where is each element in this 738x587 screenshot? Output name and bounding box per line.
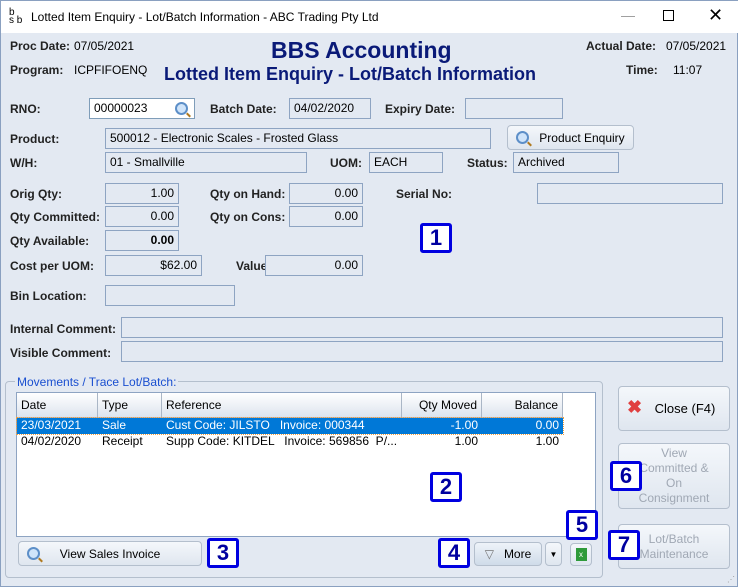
screen-title: Lotted Item Enquiry - Lot/Batch Informat… [164, 64, 536, 84]
program-label: Program: [10, 63, 64, 77]
cell-type: Sale [102, 418, 127, 432]
cell-reference: Cust Code: JILSTO Invoice: 000344 [166, 418, 365, 432]
cell-date: 04/02/2020 [21, 434, 82, 448]
proc-date: 07/05/2021 [74, 39, 135, 53]
time: 11:07 [673, 63, 703, 77]
status-field: Archived [513, 152, 619, 173]
close-label: Close (F4) [654, 401, 716, 416]
column-header-reference[interactable]: Reference [162, 393, 402, 418]
movements-grid[interactable]: Date Type Reference Qty Moved Balance 23… [16, 392, 596, 537]
column-header-date[interactable]: Date [17, 393, 98, 418]
batch-date-field: 04/02/2020 [289, 98, 371, 119]
status-label: Status: [467, 156, 508, 170]
close-window-button[interactable]: ✕ [708, 5, 723, 26]
excel-icon: x [575, 548, 587, 561]
more-dropdown-button[interactable]: ▼ [545, 542, 562, 566]
product-enquiry-button[interactable]: Product Enquiry [507, 125, 634, 150]
proc-date-label: Proc Date: [10, 39, 71, 53]
bin-location-field [105, 285, 235, 306]
export-excel-button[interactable]: x [570, 543, 592, 566]
serial-no-label: Serial No: [396, 187, 453, 201]
qty-committed-field: 0.00 [105, 206, 179, 227]
view-sales-invoice-label: View Sales Invoice [59, 546, 161, 561]
actual-date: 07/05/2021 [666, 39, 727, 53]
window-title: Lotted Item Enquiry - Lot/Batch Informat… [31, 10, 379, 24]
magnifier-icon [516, 131, 530, 144]
close-button[interactable]: ✖ Close (F4) [618, 386, 730, 431]
serial-no-field [537, 183, 723, 204]
resize-grip-icon[interactable]: ⋰ [727, 575, 735, 584]
column-header-type[interactable]: Type [98, 393, 162, 418]
cell-type: Receipt [102, 434, 143, 448]
callout-badge-3: 3 [207, 538, 239, 568]
column-header-qty-moved[interactable]: Qty Moved [402, 393, 482, 418]
app-title: BBS Accounting [271, 37, 452, 63]
uom-label: UOM: [330, 156, 362, 170]
cell-balance: 1.00 [535, 434, 559, 448]
orig-qty-label: Orig Qty: [10, 187, 63, 201]
callout-badge-5: 5 [566, 510, 598, 540]
rno-value: 00000023 [94, 101, 148, 115]
qty-committed-label: Qty Committed: [10, 210, 100, 224]
cost-per-uom-label: Cost per UOM: [10, 259, 94, 273]
column-header-balance[interactable]: Balance [482, 393, 563, 418]
callout-badge-4: 4 [438, 538, 470, 568]
rno-label: RNO: [10, 102, 41, 116]
view-sales-invoice-button[interactable]: View Sales Invoice [18, 541, 202, 566]
visible-comment-field [121, 341, 723, 362]
qty-available-field: 0.00 [105, 230, 179, 251]
uom-field: EACH [369, 152, 443, 173]
batch-date-label: Batch Date: [210, 102, 277, 116]
more-label: More [503, 547, 532, 561]
qty-on-cons-label: Qty on Cons: [210, 210, 286, 224]
caret-down-icon: ▼ [549, 549, 558, 559]
actual-date-label: Actual Date: [586, 39, 657, 53]
wh-label: W/H: [10, 156, 38, 170]
bin-location-label: Bin Location: [10, 289, 87, 303]
qty-on-cons-field: 0.00 [289, 206, 363, 227]
search-icon[interactable] [175, 102, 188, 115]
triangle-down-icon: ▽ [484, 547, 494, 561]
product-field: 500012 - Electronic Scales - Frosted Gla… [105, 128, 491, 149]
cost-per-uom-field: $62.00 [105, 255, 202, 276]
movements-group-label: Movements / Trace Lot/Batch: [15, 375, 179, 389]
expiry-date-field [465, 98, 563, 119]
table-row[interactable]: 23/03/2021 Sale Cust Code: JILSTO Invoic… [16, 417, 564, 435]
internal-comment-field [121, 317, 723, 338]
more-button[interactable]: ▽ More [474, 542, 542, 566]
time-label: Time: [626, 63, 658, 77]
callout-badge-6: 6 [610, 461, 642, 491]
cell-balance: 0.00 [535, 418, 559, 432]
magnifier-icon [27, 547, 40, 560]
maximize-button[interactable] [663, 10, 674, 21]
rno-input[interactable]: 00000023 [89, 98, 195, 119]
close-x-icon: ✖ [627, 397, 643, 417]
qty-on-hand-field: 0.00 [289, 183, 363, 204]
minimize-button[interactable]: — [621, 7, 635, 23]
qty-on-hand-label: Qty on Hand: [210, 187, 286, 201]
visible-comment-label: Visible Comment: [10, 346, 112, 360]
program: ICPFIFOENQ [74, 63, 148, 77]
cell-qty-moved: -1.00 [450, 418, 478, 432]
orig-qty-field: 1.00 [105, 183, 179, 204]
table-row[interactable]: 04/02/2020 Receipt Supp Code: KITDEL Inv… [17, 434, 563, 450]
product-label: Product: [10, 132, 60, 146]
cell-reference: Supp Code: KITDEL Invoice: 569856 P/... [166, 434, 398, 448]
internal-comment-label: Internal Comment: [10, 322, 117, 336]
app-logo-icon: bs b [9, 7, 23, 26]
cell-qty-moved: 1.00 [454, 434, 478, 448]
title-bar: bs b Lotted Item Enquiry - Lot/Batch Inf… [1, 1, 738, 33]
cell-date: 23/03/2021 [21, 418, 82, 432]
lot-batch-maintenance-label: Lot/Batch Maintenance [639, 531, 709, 561]
callout-badge-7: 7 [608, 530, 640, 560]
callout-badge-1: 1 [420, 223, 452, 253]
wh-field: 01 - Smallville [105, 152, 307, 173]
value-field: 0.00 [265, 255, 363, 276]
qty-available-label: Qty Available: [10, 234, 90, 248]
expiry-date-label: Expiry Date: [385, 102, 456, 116]
product-enquiry-label: Product Enquiry [539, 130, 625, 145]
callout-badge-2: 2 [430, 472, 462, 502]
view-committed-label: View Committed & On Consignment [638, 446, 710, 505]
